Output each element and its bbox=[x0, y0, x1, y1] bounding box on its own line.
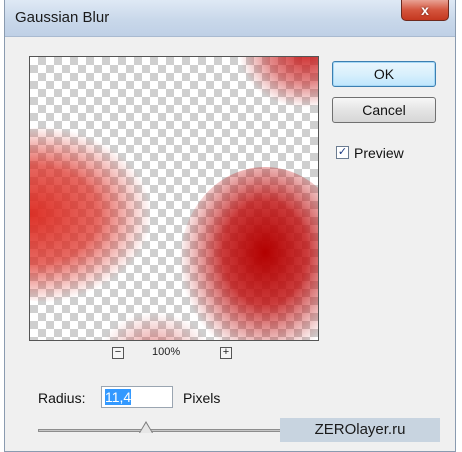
ok-button[interactable]: OK bbox=[332, 61, 436, 87]
close-button[interactable]: x bbox=[401, 0, 449, 21]
close-icon: x bbox=[421, 2, 429, 18]
dialog-title: Gaussian Blur bbox=[15, 9, 110, 26]
watermark: ZEROlayer.ru bbox=[280, 418, 440, 442]
radius-input[interactable]: 11,4 bbox=[101, 386, 173, 408]
zoom-level: 100% bbox=[152, 346, 181, 358]
blurred-shape bbox=[180, 167, 318, 340]
title-bar[interactable]: Gaussian Blur x bbox=[5, 0, 455, 37]
checkmark-icon: ✓ bbox=[337, 146, 348, 158]
radius-label: Radius: bbox=[38, 390, 86, 406]
zoom-in-icon: + bbox=[222, 346, 230, 358]
cancel-button[interactable]: Cancel bbox=[332, 97, 436, 123]
preview-checkbox[interactable]: ✓ bbox=[336, 146, 349, 159]
slider-thumb-face bbox=[140, 423, 152, 433]
preview-label: Preview bbox=[354, 145, 404, 161]
zoom-in-button[interactable]: + bbox=[220, 347, 232, 359]
radius-slider-thumb[interactable] bbox=[139, 421, 153, 433]
blurred-shape bbox=[30, 127, 150, 302]
blurred-shape bbox=[240, 57, 318, 107]
zoom-out-button[interactable]: − bbox=[112, 347, 124, 359]
zoom-out-icon: − bbox=[114, 346, 122, 358]
blurred-shape bbox=[100, 312, 210, 340]
blur-preview-canvas[interactable] bbox=[29, 56, 319, 341]
radius-value: 11,4 bbox=[105, 389, 132, 405]
units-label: Pixels bbox=[183, 390, 221, 406]
